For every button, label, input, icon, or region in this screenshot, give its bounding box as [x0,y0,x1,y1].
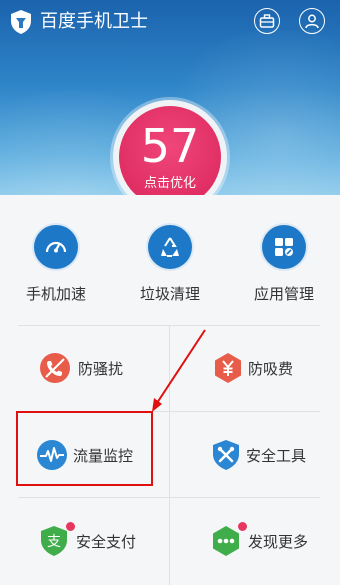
arrow-annotation [152,329,206,412]
